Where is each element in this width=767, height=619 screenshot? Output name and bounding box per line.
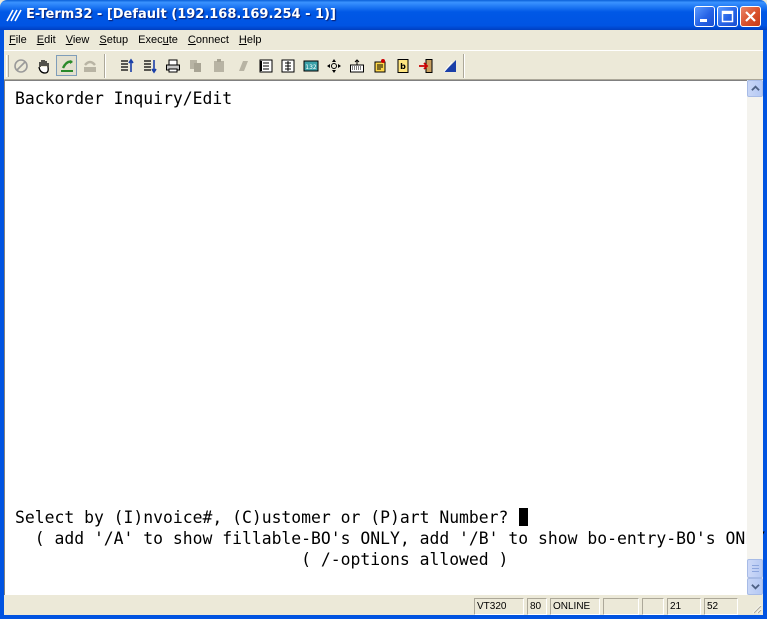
status-bar: VT320 80 ONLINE 21 52 (4, 596, 763, 615)
send-file-icon (120, 58, 134, 72)
copy-button[interactable] (185, 55, 206, 76)
maximize-button[interactable] (717, 6, 738, 27)
notepad-icon (374, 58, 385, 72)
vertical-scrollbar[interactable] (747, 80, 763, 595)
hand-icon (37, 59, 49, 74)
copy-icon (189, 59, 201, 72)
no-entry-icon (13, 58, 28, 73)
close-button[interactable] (740, 6, 761, 27)
download-button[interactable] (139, 55, 160, 76)
window-frame-bottom (0, 615, 767, 619)
macro-button[interactable] (369, 55, 390, 76)
print-button[interactable] (162, 55, 183, 76)
prompt-text: Select by (I)nvoice#, (C)ustomer or (P)a… (15, 508, 519, 527)
status-blank-1 (603, 598, 639, 615)
menu-bar: File Edit View Setup Execute Connect Hel… (4, 30, 763, 49)
log-button[interactable] (255, 55, 276, 76)
paste-button[interactable] (208, 55, 229, 76)
menu-help[interactable]: Help (234, 34, 267, 46)
script-button[interactable]: b (392, 55, 413, 76)
status-emulation: VT320 (474, 598, 524, 615)
scroll-up-button[interactable] (747, 80, 763, 97)
minimize-button[interactable] (694, 6, 715, 27)
document-columns-icon (281, 59, 294, 72)
resize-grip-icon[interactable] (750, 602, 762, 614)
screen-heading: Backorder Inquiry/Edit (15, 89, 233, 108)
status-col: 52 (704, 598, 738, 615)
options-allowed-note: ( /-options allowed ) (15, 550, 509, 569)
menu-execute[interactable]: Execute (133, 34, 183, 46)
eraser-icon (238, 60, 248, 71)
title-bar[interactable]: E-Term32 - [Default (192.168.169.254 - 1… (0, 0, 767, 30)
toolbar: 132 b (4, 50, 763, 80)
move-arrows-icon (326, 58, 341, 73)
scroll-down-button[interactable] (747, 578, 763, 595)
receive-file-icon (143, 59, 157, 73)
toolbar-grip[interactable] (6, 55, 9, 77)
keyboard-button[interactable] (346, 55, 367, 76)
132-columns-icon: 132 (303, 60, 318, 71)
menu-setup[interactable]: Setup (94, 34, 133, 46)
printer-icon (165, 59, 180, 72)
phone-hangup-icon (83, 60, 96, 72)
menu-connect[interactable]: Connect (183, 34, 234, 46)
exit-door-icon (418, 58, 432, 73)
disconnect-button[interactable] (10, 55, 31, 76)
paste-icon (213, 58, 224, 72)
toolbar-separator (463, 54, 465, 78)
selection-prompt: Select by (I)nvoice#, (C)ustomer or (P)a… (15, 507, 529, 528)
arrow-down-icon (750, 584, 760, 590)
scroll-thumb[interactable] (747, 559, 763, 578)
svg-text:b: b (400, 62, 406, 71)
clear-button[interactable] (232, 55, 253, 76)
toolbar-separator (104, 54, 106, 78)
status-blank-2 (642, 598, 664, 615)
upload-button[interactable] (116, 55, 137, 76)
capture-button[interactable] (277, 55, 298, 76)
move-button[interactable] (323, 55, 344, 76)
phone-connect-icon (60, 59, 73, 72)
options-hint: ( add '/A' to show fillable-BO's ONLY, a… (15, 529, 767, 548)
status-columns: 80 (527, 598, 547, 615)
eterm-app-icon[interactable] (6, 7, 22, 23)
online-button[interactable] (56, 55, 77, 76)
maximize-icon (721, 10, 734, 23)
arrow-up-icon (750, 85, 760, 91)
columns-132-button[interactable]: 132 (300, 55, 321, 76)
eterm-logo-icon (443, 59, 456, 72)
hold-button[interactable] (33, 55, 54, 76)
text-cursor (519, 508, 529, 526)
terminal-screen[interactable]: Backorder Inquiry/Edit Select by (I)nvoi… (4, 80, 765, 595)
status-row: 21 (667, 598, 701, 615)
svg-text:132: 132 (305, 64, 317, 71)
menu-edit[interactable]: Edit (32, 34, 61, 46)
menu-file[interactable]: File (4, 34, 32, 46)
document-lines-icon (259, 59, 272, 72)
close-icon (745, 11, 756, 22)
status-connection: ONLINE (550, 598, 600, 615)
script-icon: b (397, 58, 408, 73)
menu-view[interactable]: View (61, 34, 95, 46)
hangup-button[interactable] (79, 55, 100, 76)
about-button[interactable] (439, 55, 460, 76)
keyboard-icon (349, 58, 364, 72)
exit-button[interactable] (415, 55, 436, 76)
window-title: E-Term32 - [Default (192.168.169.254 - 1… (26, 7, 336, 22)
minimize-icon (700, 19, 707, 22)
